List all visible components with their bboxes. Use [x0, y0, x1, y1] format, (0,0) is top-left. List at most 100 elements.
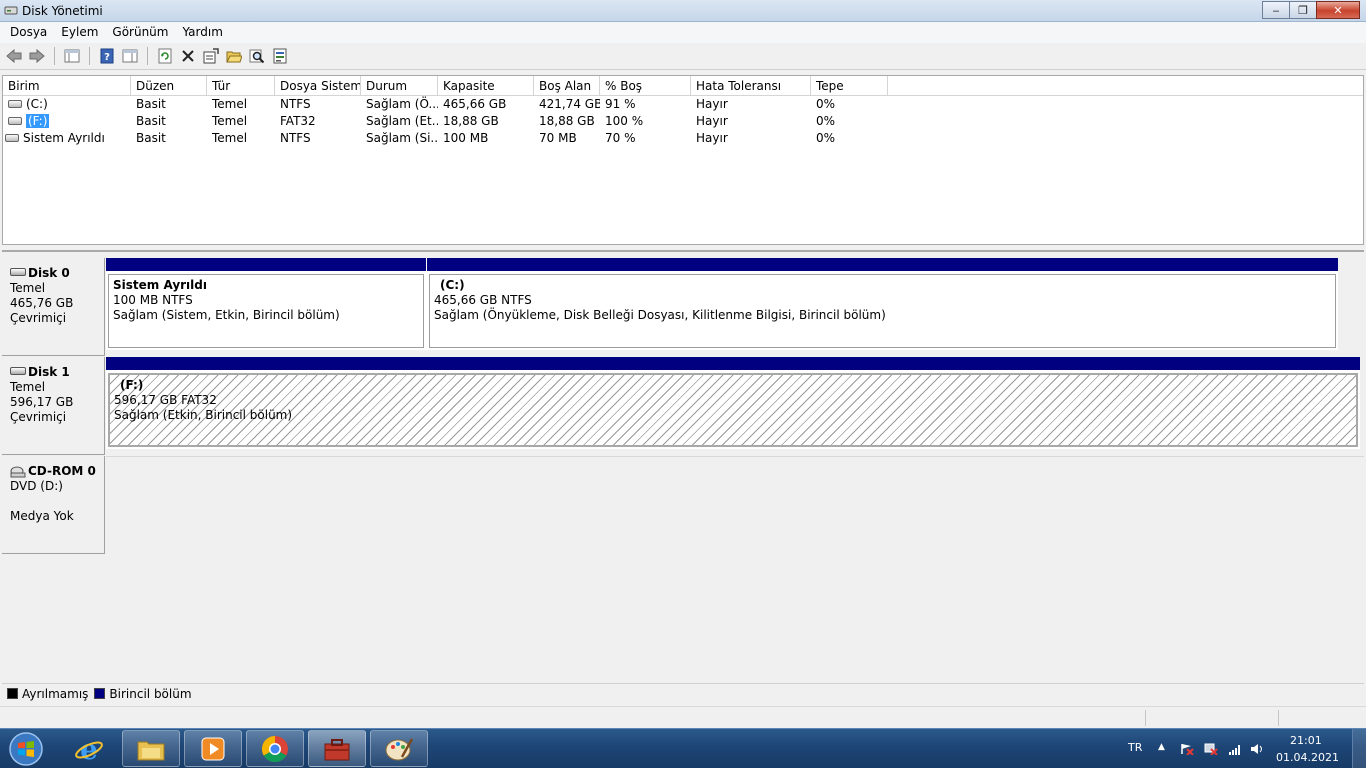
disk-management-window: Disk Yönetimi ‒ ❐ ✕ Dosya Eylem Görünüm … [0, 0, 1366, 768]
column-header-birim[interactable]: Birim [3, 76, 131, 96]
taskbar-chrome[interactable] [246, 730, 304, 767]
disk-row-1[interactable]: Disk 1 Temel 596,17 GB Çevrimiçi (F:) 59… [2, 357, 1364, 455]
disk-row-0[interactable]: Disk 0 Temel 465,76 GB Çevrimiçi Sistem … [2, 258, 1364, 356]
partition[interactable]: Sistem Ayrıldı 100 MB NTFS Sağlam (Siste… [106, 258, 426, 350]
disk-label[interactable]: Disk 1 Temel 596,17 GB Çevrimiçi [2, 357, 105, 455]
cell-yuzde-bos: 91 % [605, 97, 636, 111]
taskbar: e TR ▲ 21:01 01.04.2021 [0, 728, 1366, 768]
primary-partition-swatch [94, 688, 106, 699]
cell-yuzde-bos: 70 % [605, 131, 636, 145]
status-segment [1278, 710, 1364, 726]
taskbar-internet-explorer[interactable]: e [60, 730, 118, 767]
disk-management-icon [4, 6, 18, 15]
drive-icon [8, 99, 22, 108]
clock-date[interactable]: 01.04.2021 [1276, 751, 1339, 764]
export-list-icon[interactable] [270, 46, 290, 66]
hard-disk-icon [10, 268, 26, 276]
cell-birim: (C:) [26, 97, 48, 111]
cell-tepe: 0% [816, 131, 836, 145]
start-button[interactable] [2, 730, 50, 768]
column-header-duzen[interactable]: Düzen [131, 76, 207, 96]
toolbar: ? [0, 43, 1366, 70]
disk-label[interactable]: Disk 0 Temel 465,76 GB Çevrimiçi [2, 258, 105, 356]
show-hidden-icons-icon[interactable]: ▲ [1158, 742, 1165, 752]
disk-row-cdrom[interactable]: CD-ROM 0 DVD (D:) Medya Yok [2, 456, 1364, 554]
volume-list-header: Birim Düzen Tür Dosya Sistemi Durum Kapa… [3, 76, 1363, 96]
partition-title: Sistem Ayrıldı [113, 278, 207, 292]
language-indicator[interactable]: TR [1128, 741, 1142, 754]
window-controls: ‒ ❐ ✕ [1262, 1, 1360, 19]
paint-icon [385, 737, 414, 760]
cell-yuzde-bos: 100 % [605, 114, 644, 128]
column-header-durum[interactable]: Durum [361, 76, 438, 96]
menu-eylem[interactable]: Eylem [54, 22, 105, 43]
windows-start-icon [9, 732, 43, 766]
partition-status: Sağlam (Önyükleme, Disk Belleği Dosyası,… [434, 308, 886, 322]
column-header-bos-alan[interactable]: Boş Alan [534, 76, 600, 96]
maximize-button[interactable]: ❐ [1289, 1, 1317, 19]
column-header-kapasite[interactable]: Kapasite [438, 76, 534, 96]
cell-hata-toleransi: Hayır [696, 97, 728, 111]
explore-icon[interactable] [247, 46, 267, 66]
delete-icon[interactable] [178, 46, 198, 66]
properties-icon[interactable] [201, 46, 221, 66]
cell-durum: Sağlam (Et... [366, 114, 438, 128]
menu-dosya[interactable]: Dosya [3, 22, 54, 43]
cell-tur: Temel [212, 131, 248, 145]
taskbar-computer-management[interactable] [308, 730, 366, 767]
cell-kapasite: 18,88 GB [443, 114, 499, 128]
disk-status: Çevrimiçi [10, 311, 67, 325]
cell-tepe: 0% [816, 114, 836, 128]
table-row[interactable]: (F:) Basit Temel FAT32 Sağlam (Et... 18,… [3, 113, 888, 130]
refresh-icon[interactable] [155, 46, 175, 66]
disk-partitions: Sistem Ayrıldı 100 MB NTFS Sağlam (Siste… [106, 258, 1338, 350]
cell-bos-alan: 18,88 GB [539, 114, 595, 128]
disk-type: Temel [10, 380, 46, 394]
menu-yardim[interactable]: Yardım [175, 22, 229, 43]
open-icon[interactable] [224, 46, 244, 66]
disk-partitions: (F:) 596,17 GB FAT32 Sağlam (Etkin, Biri… [106, 357, 1360, 449]
action-pane-icon[interactable] [120, 46, 140, 66]
cell-durum: Sağlam (Ö... [366, 97, 438, 111]
show-desktop-button[interactable] [1352, 729, 1366, 768]
close-button[interactable]: ✕ [1316, 1, 1360, 19]
forward-icon[interactable] [27, 46, 47, 66]
console-tree-icon[interactable] [62, 46, 82, 66]
cell-kapasite: 465,66 GB [443, 97, 507, 111]
disk-name: CD-ROM 0 [28, 464, 96, 478]
disk-label[interactable]: CD-ROM 0 DVD (D:) Medya Yok [2, 456, 105, 554]
taskbar-paint[interactable] [370, 730, 428, 767]
column-header-tepe[interactable]: Tepe [811, 76, 888, 96]
disk-size: 465,76 GB [10, 296, 74, 310]
partition[interactable]: (C:) 465,66 GB NTFS Sağlam (Önyükleme, D… [427, 258, 1338, 350]
cell-hata-toleransi: Hayır [696, 114, 728, 128]
column-header-yuzde-bos[interactable]: % Boş [600, 76, 691, 96]
volume-icon[interactable] [1250, 743, 1264, 755]
partition-status: Sağlam (Sistem, Etkin, Birincil bölüm) [113, 308, 340, 322]
disk-type: DVD (D:) [10, 479, 63, 493]
help-icon[interactable]: ? [97, 46, 117, 66]
window-title: Disk Yönetimi [22, 4, 103, 18]
column-header-tur[interactable]: Tür [207, 76, 275, 96]
table-row[interactable]: Sistem Ayrıldı Basit Temel NTFS Sağlam (… [3, 130, 888, 147]
partition-selected[interactable]: (F:) 596,17 GB FAT32 Sağlam (Etkin, Biri… [106, 357, 1360, 449]
clock-time[interactable]: 21:01 [1290, 734, 1322, 747]
legend-label: Birincil bölüm [109, 686, 192, 701]
taskbar-windows-explorer[interactable] [122, 730, 180, 767]
system-tray: TR ▲ 21:01 01.04.2021 [1126, 729, 1366, 768]
menu-gorunum[interactable]: Görünüm [105, 22, 175, 43]
table-row[interactable]: (C:) Basit Temel NTFS Sağlam (Ö... 465,6… [3, 96, 888, 113]
column-header-hata-toleransi[interactable]: Hata Toleransı [691, 76, 811, 96]
column-header-dosya-sistemi[interactable]: Dosya Sistemi [275, 76, 361, 96]
back-icon[interactable] [4, 46, 24, 66]
signal-strength-icon[interactable] [1228, 743, 1242, 755]
primary-partition-bar [106, 357, 1360, 370]
network-warning-icon[interactable] [1204, 743, 1218, 755]
minimize-button[interactable]: ‒ [1262, 1, 1290, 19]
cell-bos-alan: 421,74 GB [539, 97, 600, 111]
taskbar-media-player[interactable] [184, 730, 242, 767]
hard-disk-icon [10, 367, 26, 375]
action-center-icon[interactable] [1180, 743, 1194, 755]
cell-duzen: Basit [136, 114, 166, 128]
partition-size: 596,17 GB FAT32 [114, 393, 217, 407]
